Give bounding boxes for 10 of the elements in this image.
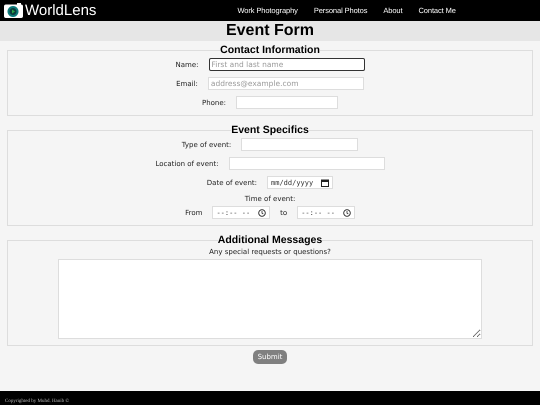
section-title: Event Specifics — [231, 124, 309, 136]
calendar-icon — [321, 178, 330, 186]
section-title: Contact Information — [220, 44, 320, 56]
clock-icon — [342, 208, 351, 216]
message-field[interactable] — [58, 259, 482, 339]
camera-logo-icon — [4, 3, 23, 18]
brand-name: WorldLens — [25, 2, 96, 19]
section-title: Additional Messages — [218, 234, 322, 246]
page-title: Event Form — [226, 22, 314, 40]
clock-icon — [258, 208, 266, 216]
